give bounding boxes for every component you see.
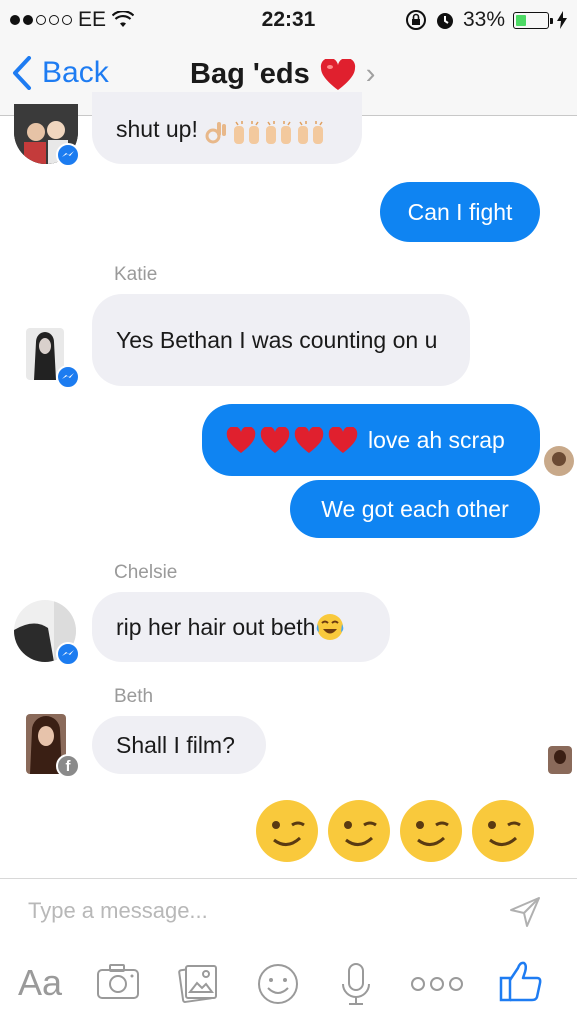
messenger-badge-icon: [56, 642, 80, 666]
title-label: Bag 'eds: [190, 58, 310, 90]
sender-name: Chelsie: [114, 562, 178, 583]
read-receipt-avatar: [548, 746, 572, 774]
back-label: Back: [42, 56, 109, 89]
message-text: Shall I film?: [116, 731, 235, 758]
winking-face-emoji[interactable]: [254, 798, 320, 864]
messenger-badge-icon: [56, 143, 80, 167]
chevron-right-icon: ›: [365, 58, 376, 90]
status-bar: EE 22:31 33%: [0, 0, 577, 40]
message-input[interactable]: [28, 898, 428, 924]
message-text: Can I fight: [407, 198, 513, 225]
more-icon[interactable]: [410, 976, 464, 992]
message-bubble[interactable]: shut up!: [92, 92, 362, 164]
message-text: love ah scrap: [368, 426, 505, 453]
ok-hand-emoji: [204, 120, 228, 146]
facebook-badge-icon: f: [56, 754, 80, 778]
hearts-emoji: [226, 426, 358, 454]
battery-icon: [513, 11, 553, 29]
camera-icon[interactable]: [96, 962, 140, 1002]
read-receipt-avatar: [544, 446, 574, 476]
sender-name: Beth: [114, 686, 154, 707]
tears-of-joy-emoji: [315, 612, 345, 642]
heart-icon: [320, 58, 355, 90]
message-text: shut up!: [116, 116, 198, 142]
photo-icon[interactable]: [176, 962, 220, 1006]
sticker-icon[interactable]: [256, 962, 300, 1006]
message-bubble[interactable]: Shall I film?: [92, 716, 266, 774]
message-bubble[interactable]: rip her hair out beth: [92, 592, 390, 662]
winking-face-emoji[interactable]: [326, 798, 392, 864]
battery-percent: 33%: [462, 8, 505, 31]
microphone-icon[interactable]: [340, 962, 372, 1008]
message-text: rip her hair out beth: [116, 613, 316, 640]
chevron-left-icon: [13, 56, 31, 90]
message-text: We got each other: [321, 495, 509, 522]
charging-icon: [557, 11, 567, 29]
winking-face-emoji[interactable]: [398, 798, 464, 864]
message-bubble[interactable]: love ah scrap: [202, 404, 540, 476]
conversation-title[interactable]: Bag 'eds ›: [190, 58, 375, 91]
raised-hands-emoji: [232, 120, 326, 146]
message-bubble[interactable]: Can I fight: [380, 182, 540, 242]
send-icon[interactable]: [508, 895, 542, 929]
message-text: Yes Bethan I was counting on u: [116, 326, 438, 353]
rotation-lock-icon: [405, 10, 426, 30]
text-format-button[interactable]: Aa: [18, 962, 62, 1004]
back-button[interactable]: Back: [12, 56, 109, 90]
like-icon[interactable]: [498, 958, 544, 1004]
message-bubble[interactable]: We got each other: [290, 480, 540, 538]
messenger-badge-icon: [56, 365, 80, 389]
composer-divider: [0, 878, 577, 879]
alarm-icon: [436, 13, 453, 29]
sender-name: Katie: [114, 264, 158, 285]
winking-face-emoji[interactable]: [470, 798, 536, 864]
message-bubble[interactable]: Yes Bethan I was counting on u: [92, 294, 470, 386]
